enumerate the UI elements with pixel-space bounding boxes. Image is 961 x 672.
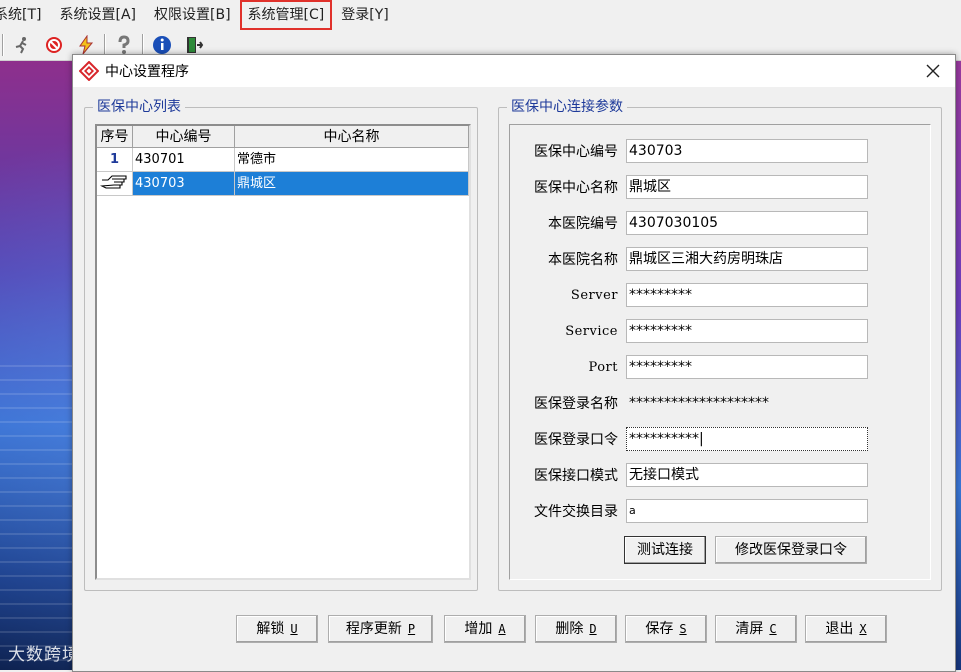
toolbar-separator — [104, 34, 106, 56]
exit-hotkey: X — [859, 622, 867, 636]
row-pointer-cell — [97, 172, 133, 196]
hospital-code-label: 本医院编号 — [548, 216, 618, 232]
form-row: 本医院名称 鼎城区三湘大药房明珠店 — [510, 247, 868, 271]
form-row: 医保中心编号 430703 — [510, 139, 868, 163]
grid-header: 序号 中心编号 中心名称 — [97, 126, 469, 148]
center-name-label: 医保中心名称 — [534, 180, 618, 196]
toolbar-separator — [142, 34, 144, 56]
app-diamond-icon — [79, 61, 99, 81]
center-grid[interactable]: 序号 中心编号 中心名称 1 430701 常德市 430703 鼎城区 — [95, 124, 471, 580]
login-name-label: 医保登录名称 — [534, 396, 618, 412]
menu-system-settings[interactable]: 系统设置[A] — [50, 2, 145, 28]
delete-label: 删除 — [555, 621, 584, 637]
column-header-no[interactable]: 序号 — [97, 126, 133, 148]
exchange-dir-input[interactable]: a — [626, 499, 868, 523]
form-row: 医保登录口令 **********| — [510, 427, 868, 451]
form-row: 本医院编号 4307030105 — [510, 211, 868, 235]
interface-mode-input[interactable]: 无接口模式 — [626, 463, 868, 487]
test-connection-button[interactable]: 测试连接 — [624, 536, 706, 564]
center-code-input[interactable]: 430703 — [626, 139, 868, 163]
center-settings-dialog: 中心设置程序 医保中心列表 序号 中心编号 中心名称 1 430701 常德市 — [72, 54, 956, 672]
login-password-label: 医保登录口令 — [534, 432, 618, 448]
hospital-name-label: 本医院名称 — [548, 252, 618, 268]
form-row: 医保登录名称 ******************** — [510, 391, 868, 415]
add-hotkey: A — [498, 622, 506, 636]
menu-bar: 系统[T] 系统设置[A] 权限设置[B] 系统管理[C] 登录[Y] — [0, 0, 961, 30]
row-no-cell: 1 — [97, 148, 133, 172]
unlock-hotkey: U — [290, 622, 298, 636]
hospital-name-input[interactable]: 鼎城区三湘大药房明珠店 — [626, 247, 868, 271]
clear-screen-button[interactable]: 清屏 C — [715, 615, 797, 643]
port-input[interactable]: ********* — [626, 355, 868, 379]
connection-form: 医保中心编号 430703 医保中心名称 鼎城区 本医院编号 430703010… — [509, 124, 931, 580]
service-input[interactable]: ********* — [626, 319, 868, 343]
form-row: Server ********* — [510, 283, 868, 307]
table-row-selected[interactable]: 430703 鼎城区 — [97, 172, 469, 196]
program-update-button[interactable]: 程序更新 P — [328, 615, 433, 643]
delete-button[interactable]: 删除 D — [535, 615, 617, 643]
clear-screen-hotkey: C — [769, 622, 777, 636]
service-label: Service — [565, 323, 618, 339]
port-label: Port — [588, 359, 618, 375]
hospital-code-input[interactable]: 4307030105 — [626, 211, 868, 235]
exit-label: 退出 — [825, 621, 854, 637]
server-label: Server — [570, 287, 618, 303]
change-password-button[interactable]: 修改医保登录口令 — [715, 536, 867, 564]
close-button[interactable] — [923, 61, 943, 81]
toolbar-separator — [2, 34, 4, 56]
exchange-dir-label: 文件交换目录 — [534, 504, 618, 520]
unlock-label: 解锁 — [256, 621, 285, 637]
background-decoration — [0, 361, 80, 661]
column-header-name[interactable]: 中心名称 — [235, 126, 469, 148]
runner-icon[interactable] — [10, 33, 34, 57]
close-icon — [926, 64, 940, 78]
form-row: 医保中心名称 鼎城区 — [510, 175, 868, 199]
center-code-label: 医保中心编号 — [534, 144, 618, 160]
row-code-cell: 430703 — [133, 172, 235, 196]
dialog-titlebar: 中心设置程序 — [73, 55, 955, 87]
interface-mode-label: 医保接口模式 — [534, 468, 618, 484]
table-row[interactable]: 1 430701 常德市 — [97, 148, 469, 172]
program-update-label: 程序更新 — [345, 621, 402, 637]
center-list-group: 医保中心列表 序号 中心编号 中心名称 1 430701 常德市 430703 … — [84, 98, 478, 591]
form-row: 医保接口模式 无接口模式 — [510, 463, 868, 487]
exit-button[interactable]: 退出 X — [805, 615, 887, 643]
menu-login[interactable]: 登录[Y] — [332, 2, 397, 28]
column-header-code[interactable]: 中心编号 — [133, 126, 235, 148]
menu-system-management[interactable]: 系统管理[C] — [239, 0, 333, 30]
row-code-cell: 430701 — [133, 148, 235, 172]
row-name-cell: 常德市 — [235, 148, 469, 172]
add-button[interactable]: 增加 A — [444, 615, 526, 643]
save-hotkey: S — [679, 622, 687, 636]
stop-icon[interactable] — [42, 33, 66, 57]
login-password-input[interactable]: **********| — [626, 427, 868, 451]
connection-params-title: 医保中心连接参数 — [507, 98, 627, 116]
menu-system[interactable]: 系统[T] — [0, 2, 50, 28]
add-label: 增加 — [464, 621, 493, 637]
center-name-input[interactable]: 鼎城区 — [626, 175, 868, 199]
delete-hotkey: D — [589, 622, 597, 636]
row-name-cell: 鼎城区 — [235, 172, 469, 196]
connection-params-group: 医保中心连接参数 医保中心编号 430703 医保中心名称 鼎城区 本医院编号 … — [498, 98, 942, 591]
clear-screen-label: 清屏 — [735, 621, 764, 637]
watermark: 大数跨境 — [8, 645, 80, 665]
save-button[interactable]: 保存 S — [625, 615, 707, 643]
dialog-title: 中心设置程序 — [105, 64, 189, 80]
program-update-hotkey: P — [407, 622, 416, 636]
menu-permission-settings[interactable]: 权限设置[B] — [145, 2, 240, 28]
form-row: Port ********* — [510, 355, 868, 379]
login-name-input[interactable]: ******************** — [626, 391, 868, 415]
center-list-title: 医保中心列表 — [93, 98, 185, 116]
form-row: Service ********* — [510, 319, 868, 343]
pointing-hand-icon — [99, 175, 127, 189]
form-row: 文件交换目录 a — [510, 499, 868, 523]
server-input[interactable]: ********* — [626, 283, 868, 307]
unlock-button[interactable]: 解锁 U — [236, 615, 318, 643]
save-label: 保存 — [645, 621, 674, 637]
